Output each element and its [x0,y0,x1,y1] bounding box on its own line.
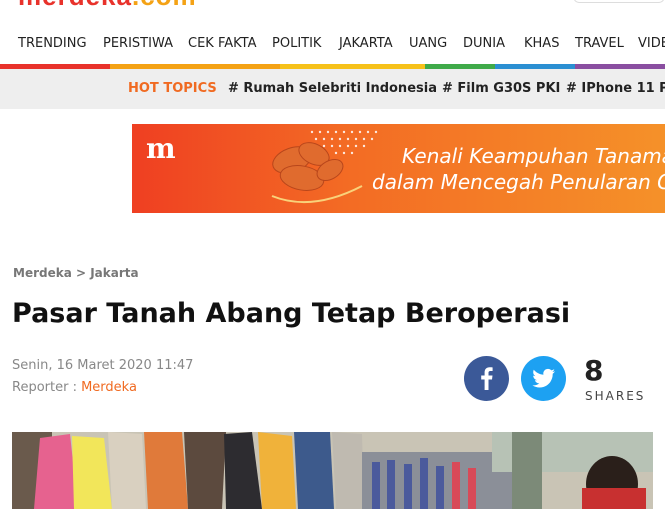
nav-item-travel[interactable]: TRAVEL [575,36,624,51]
article-photo[interactable] [12,432,653,509]
nav-item-uang[interactable]: UANG [409,36,447,51]
nav-item-jakarta[interactable]: JAKARTA [339,36,393,51]
market-photo-image [12,432,653,509]
facebook-icon [481,367,493,390]
twitter-icon [532,368,555,388]
facebook-share-button[interactable] [464,356,509,401]
search-box[interactable] [573,0,665,3]
ad-banner[interactable]: m Kenali Keampuhan Tanaman Herbal dalam … [132,124,665,213]
banner-headline-2: dalam Mencegah Penularan Covid-19 [372,170,665,194]
nav-item-khas[interactable]: KHAS [524,36,559,51]
hot-topic-tag[interactable]: # Rumah Selebriti Indonesia [228,81,437,96]
banner-headline-1: Kenali Keampuhan Tanaman Herbal [402,144,665,168]
article-reporter: Reporter : Merdeka [12,380,137,395]
ginger-image [271,142,363,204]
nav-item-video[interactable]: VIDEO [638,36,665,51]
article-title: Pasar Tanah Abang Tetap Beroperasi [12,298,571,329]
article-date: Senin, 16 Maret 2020 11:47 [12,358,194,373]
header-logo-strip: merdeka.com [0,0,665,24]
share-count: 8 [584,354,604,387]
site-logo[interactable]: merdeka.com [18,0,197,12]
nav-item-peristiwa[interactable]: PERISTIWA [103,36,173,51]
main-nav: TRENDING PERISTIWA CEK FAKTA POLITIK JAK… [0,24,665,64]
nav-item-politik[interactable]: POLITIK [272,36,321,51]
hot-topics-label: HOT TOPICS [128,81,217,96]
nav-item-cek-fakta[interactable]: CEK FAKTA [188,36,256,51]
hot-topics-bar: HOT TOPICS # Rumah Selebriti Indonesia #… [0,69,665,109]
share-label: SHARES [585,389,646,403]
reporter-label: Reporter : [12,380,82,395]
nav-item-trending[interactable]: TRENDING [18,36,87,51]
hot-topic-tag[interactable]: # IPhone 11 Pro [566,81,665,96]
twitter-share-button[interactable] [521,356,566,401]
nav-item-dunia[interactable]: DUNIA [463,36,505,51]
reporter-link[interactable]: Merdeka [81,380,137,395]
breadcrumb[interactable]: Merdeka > Jakarta [13,266,139,280]
banner-logo: m [146,132,176,165]
hot-topic-tag[interactable]: # Film G30S PKI [442,81,560,96]
